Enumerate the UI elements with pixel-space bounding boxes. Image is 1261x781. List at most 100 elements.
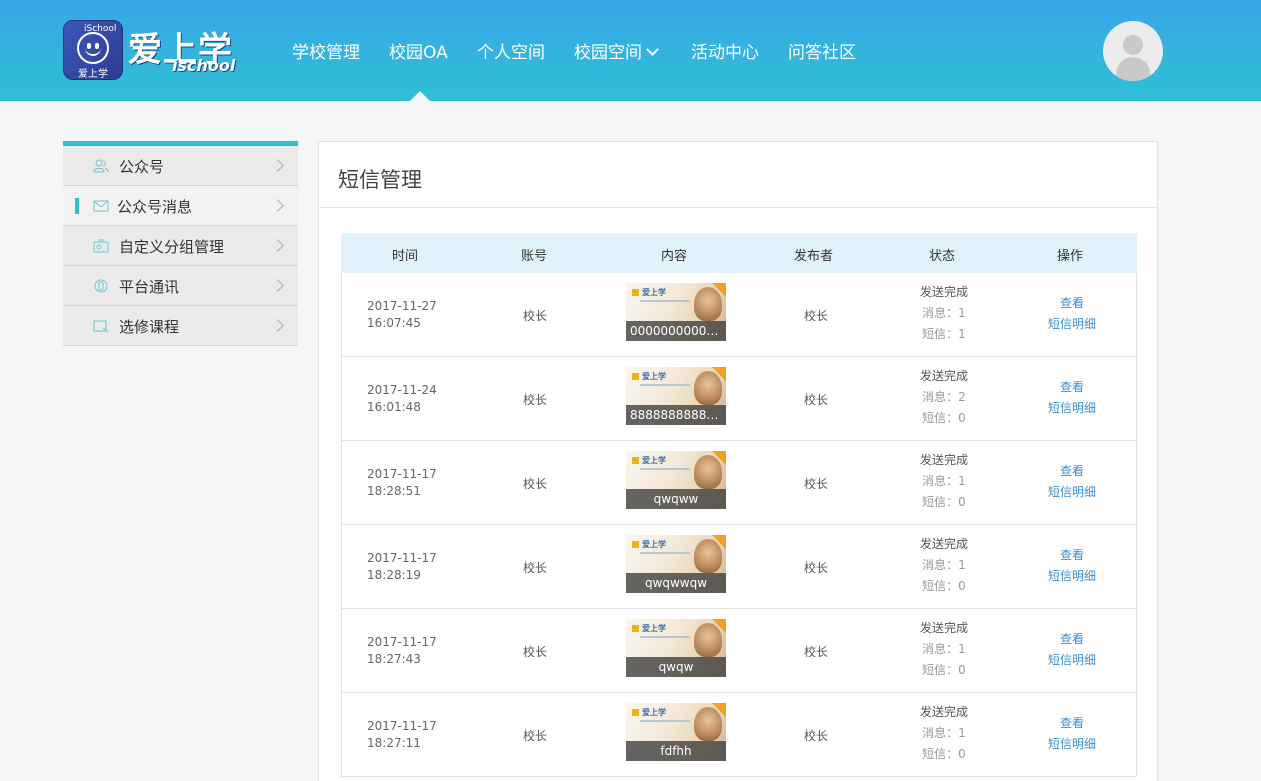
nav-school-management[interactable]: 学校管理 — [292, 38, 360, 63]
nav-campus-space[interactable]: 校园空间 — [574, 38, 659, 63]
sidebar-item-platform-comms[interactable]: 平台通讯 — [63, 266, 298, 306]
message-count: 消息：2 — [922, 390, 966, 404]
corner-badge-icon — [712, 451, 726, 465]
view-link[interactable]: 查看 — [1048, 629, 1096, 650]
sms-count: 短信：0 — [922, 411, 966, 425]
view-link[interactable]: 查看 — [1048, 377, 1096, 398]
status-text: 发送完成 — [920, 621, 969, 635]
column-header-content: 内容 — [661, 249, 688, 264]
row-account: 校长 — [523, 393, 548, 407]
row-clock: 16:01:48 — [367, 400, 421, 414]
status-text: 发送完成 — [920, 369, 969, 383]
sidebar-item-label: 自定义分组管理 — [119, 238, 225, 256]
row-time: 2017-11-17 18:28:19 — [367, 550, 437, 584]
sms-detail-link[interactable]: 短信明细 — [1048, 566, 1096, 587]
chevron-down-icon — [646, 43, 659, 56]
row-status: 发送完成 消息：2 短信：0 — [920, 366, 968, 429]
row-account: 校长 — [523, 645, 548, 659]
view-link[interactable]: 查看 — [1048, 293, 1096, 314]
envelope-icon — [93, 200, 109, 212]
content-caption: 0000000000000 — [626, 321, 726, 341]
sms-detail-link[interactable]: 短信明细 — [1048, 482, 1096, 503]
row-clock: 18:28:51 — [367, 484, 421, 498]
thumbnail-brand-icon: 爱上学 — [642, 624, 666, 633]
row-actions: 查看 短信明细 — [1048, 545, 1096, 587]
brand-name-en: ischool — [172, 56, 236, 75]
row-status: 发送完成 消息：1 短信：0 — [920, 702, 968, 765]
row-time: 2017-11-17 18:28:51 — [367, 466, 437, 500]
sms-table: 时间 账号 内容 发布者 状态 操作 2017-11-27 16:07:45 校长… — [341, 233, 1137, 777]
page-title: 短信管理 — [338, 168, 422, 192]
content-thumbnail[interactable]: 爱上学 fdfhh — [626, 703, 726, 761]
row-time: 2017-11-27 16:07:45 — [367, 298, 437, 332]
message-count: 消息：1 — [922, 306, 966, 320]
sidebar-item-elective-courses[interactable]: 选修课程 — [63, 306, 298, 346]
sidebar: 公众号 公众号消息 自定义分组管理 平台通讯 选修课程 — [63, 141, 298, 346]
thumbnail-brand-icon: 爱上学 — [642, 456, 666, 465]
content-thumbnail[interactable]: 爱上学 qwqwwqw — [626, 535, 726, 593]
user-icon — [1123, 35, 1143, 55]
table-row: 2017-11-17 18:27:43 校长 爱上学 qwqw 校长 发送完成 消… — [341, 609, 1137, 693]
row-account: 校长 — [523, 477, 548, 491]
content-thumbnail[interactable]: 爱上学 0000000000000 — [626, 283, 726, 341]
row-publisher: 校长 — [804, 477, 829, 491]
sms-detail-link[interactable]: 短信明细 — [1048, 734, 1096, 755]
sms-count: 短信：0 — [922, 579, 966, 593]
nav-campus-space-label: 校园空间 — [574, 43, 642, 63]
sidebar-item-label: 平台通讯 — [119, 278, 180, 296]
sidebar-item-custom-groups[interactable]: 自定义分组管理 — [63, 226, 298, 266]
row-clock: 16:07:45 — [367, 316, 421, 330]
app-logo[interactable]: iSchool 爱上学 — [63, 20, 123, 80]
row-clock: 18:27:43 — [367, 652, 421, 666]
row-date: 2017-11-17 — [367, 719, 437, 733]
sms-detail-link[interactable]: 短信明细 — [1048, 398, 1096, 419]
sms-count: 短信：0 — [922, 495, 966, 509]
nav-campus-oa[interactable]: 校园OA — [389, 38, 448, 63]
user-avatar[interactable] — [1103, 21, 1163, 81]
view-link[interactable]: 查看 — [1048, 461, 1096, 482]
content-thumbnail[interactable]: 爱上学 8888888888888 — [626, 367, 726, 425]
nav-activity-center[interactable]: 活动中心 — [691, 38, 759, 63]
column-header-status: 状态 — [929, 249, 956, 264]
chevron-right-icon — [271, 279, 284, 292]
corner-badge-icon — [712, 703, 726, 717]
content-thumbnail[interactable]: 爱上学 qwqw — [626, 619, 726, 677]
row-account: 校长 — [523, 561, 548, 575]
sms-detail-link[interactable]: 短信明细 — [1048, 314, 1096, 335]
row-actions: 查看 短信明细 — [1048, 293, 1096, 335]
brand-icon — [632, 373, 639, 380]
logo-bottom-text: 爱上学 — [78, 69, 108, 80]
sms-detail-link[interactable]: 短信明细 — [1048, 650, 1096, 671]
active-nav-pointer — [410, 91, 430, 101]
row-clock: 18:27:11 — [367, 736, 421, 750]
row-status: 发送完成 消息：1 短信：1 — [920, 282, 968, 345]
brand-icon — [632, 541, 639, 548]
corner-badge-icon — [712, 535, 726, 549]
corner-badge-icon — [712, 283, 726, 297]
nav-personal-space[interactable]: 个人空间 — [477, 38, 545, 63]
table-row: 2017-11-17 18:28:51 校长 爱上学 qwqww 校长 发送完成 … — [341, 441, 1137, 525]
table-row: 2017-11-17 18:28:19 校长 爱上学 qwqwwqw 校长 发送完… — [341, 525, 1137, 609]
message-count: 消息：1 — [922, 474, 966, 488]
view-link[interactable]: 查看 — [1048, 713, 1096, 734]
row-date: 2017-11-17 — [367, 551, 437, 565]
message-count: 消息：1 — [922, 642, 966, 656]
column-header-publisher: 发布者 — [794, 249, 834, 264]
corner-badge-icon — [712, 367, 726, 381]
sidebar-item-official-account[interactable]: 公众号 — [63, 146, 298, 186]
row-time: 2017-11-17 18:27:11 — [367, 718, 437, 752]
sms-count: 短信：1 — [922, 327, 966, 341]
sidebar-item-official-account-messages[interactable]: 公众号消息 — [63, 186, 298, 226]
status-text: 发送完成 — [920, 537, 969, 551]
chevron-right-icon — [271, 199, 284, 212]
sidebar-item-label: 公众号消息 — [117, 198, 193, 216]
sidebar-item-label: 选修课程 — [119, 318, 180, 336]
title-divider — [319, 207, 1157, 208]
view-link[interactable]: 查看 — [1048, 545, 1096, 566]
column-header-time: 时间 — [392, 249, 419, 264]
row-status: 发送完成 消息：1 短信：0 — [920, 450, 968, 513]
thumbnail-brand-icon: 爱上学 — [642, 540, 666, 549]
column-header-actions: 操作 — [1057, 249, 1084, 264]
nav-qa-community[interactable]: 问答社区 — [788, 38, 856, 63]
content-thumbnail[interactable]: 爱上学 qwqww — [626, 451, 726, 509]
